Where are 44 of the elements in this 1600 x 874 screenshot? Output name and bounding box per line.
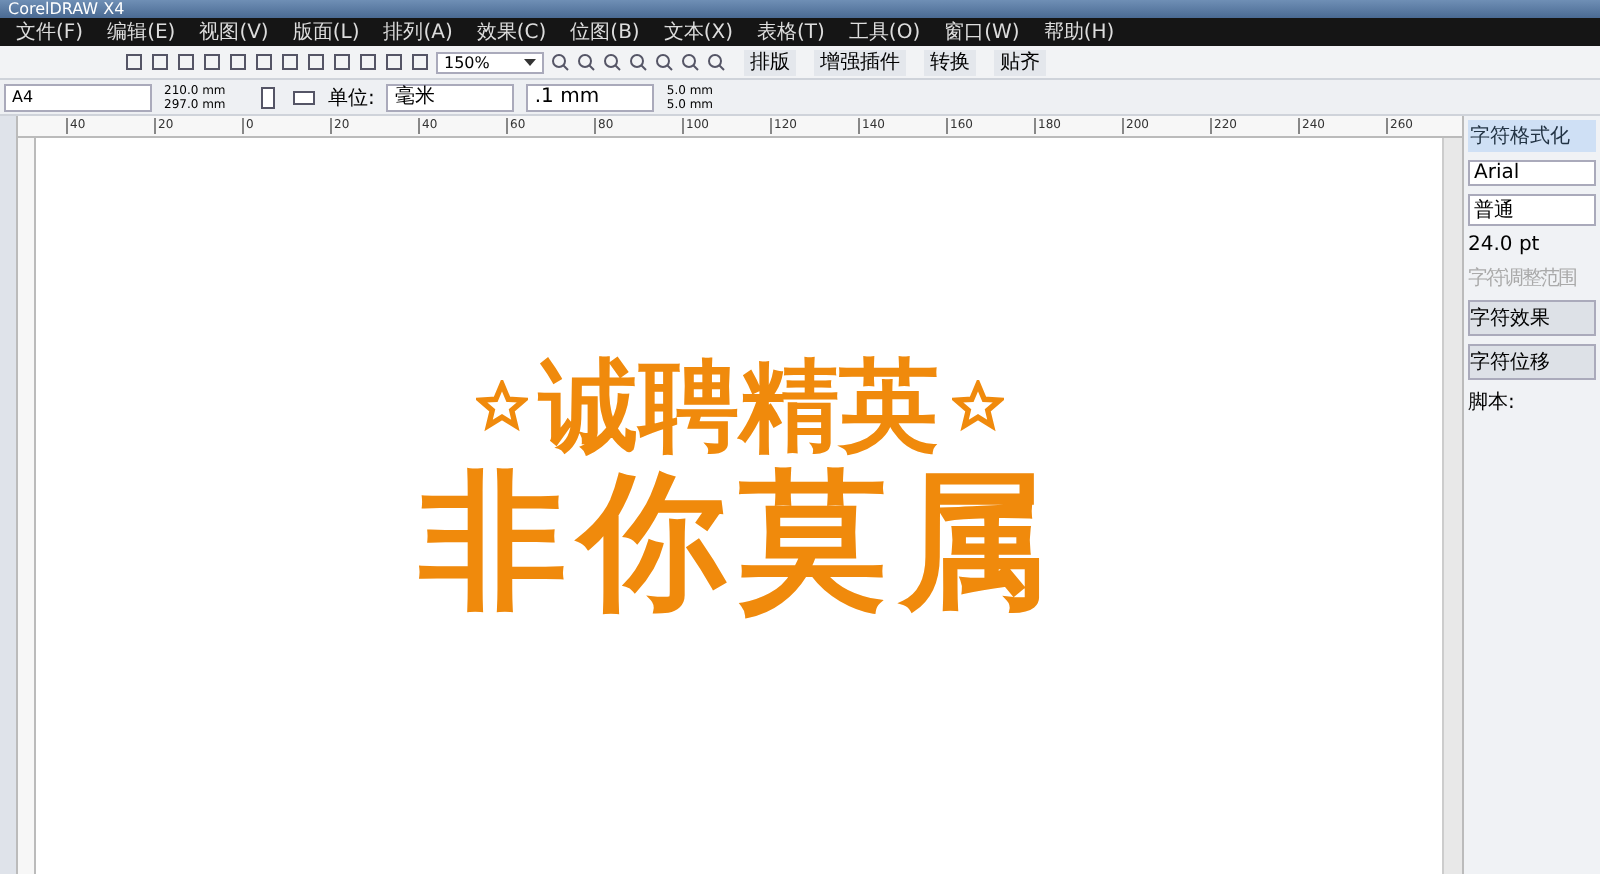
unit-dropdown[interactable]: 毫米 <box>386 83 515 111</box>
headline-text: 非你莫属 <box>419 462 1059 622</box>
zoom-icon[interactable] <box>706 52 726 72</box>
menu-item[interactable]: 文本(X) <box>663 18 733 46</box>
zoom-icon[interactable] <box>654 52 674 72</box>
menu-item[interactable]: 视图(V) <box>199 18 269 46</box>
range-label: 字符调整范围 <box>1468 265 1578 292</box>
portrait-icon[interactable] <box>256 85 280 109</box>
style-dropdown[interactable]: 普通 <box>1468 194 1596 226</box>
menu-item[interactable]: 窗口(W) <box>944 18 1020 46</box>
script-label: 脚本: <box>1468 389 1517 416</box>
caret-icon <box>524 56 536 68</box>
headline-text: 诚聘精英 <box>539 350 939 462</box>
section-button[interactable]: 字符效果 <box>1468 300 1596 336</box>
menu-item[interactable]: 版面(L) <box>292 18 360 46</box>
zoom-dropdown[interactable]: 150% <box>436 51 544 73</box>
zoom-icon[interactable] <box>680 52 700 72</box>
menu-item[interactable]: 文件(F) <box>16 18 84 46</box>
toolbar-button[interactable]: 贴齐 <box>994 49 1046 75</box>
zoom-icon[interactable] <box>576 52 596 72</box>
section-button[interactable]: 字符位移 <box>1468 344 1596 380</box>
star-icon <box>475 380 527 432</box>
menu-item[interactable]: 工具(O) <box>848 18 921 46</box>
menu-item[interactable]: 位图(B) <box>570 18 640 46</box>
menu-item[interactable]: 排列(A) <box>383 18 453 46</box>
unit-label: 单位: <box>328 85 375 111</box>
nudge-field[interactable]: .1 mm <box>526 83 655 111</box>
menu-item[interactable]: 编辑(E) <box>107 18 176 46</box>
toolbar-button[interactable]: 转换 <box>924 49 976 75</box>
landscape-icon[interactable] <box>292 85 316 109</box>
toolbar-button[interactable]: 增强插件 <box>814 49 906 75</box>
docker-title: 字符格式化 <box>1468 120 1596 152</box>
star-icon <box>951 380 1003 432</box>
menu-item[interactable]: 表格(T) <box>757 18 825 46</box>
window-title: CorelDRAW X4 <box>8 0 125 18</box>
font-dropdown[interactable]: Arial <box>1468 160 1596 186</box>
menu-item[interactable]: 效果(C) <box>476 18 547 46</box>
zoom-icon[interactable] <box>602 52 622 72</box>
paper-size-dropdown[interactable]: A4 <box>4 83 152 111</box>
size-field[interactable]: 24.0 pt <box>1468 234 1596 256</box>
menu-item[interactable]: 帮助(H) <box>1043 18 1115 46</box>
zoom-icon[interactable] <box>628 52 648 72</box>
toolbar-button[interactable]: 排版 <box>744 49 796 75</box>
zoom-icon[interactable] <box>550 52 570 72</box>
